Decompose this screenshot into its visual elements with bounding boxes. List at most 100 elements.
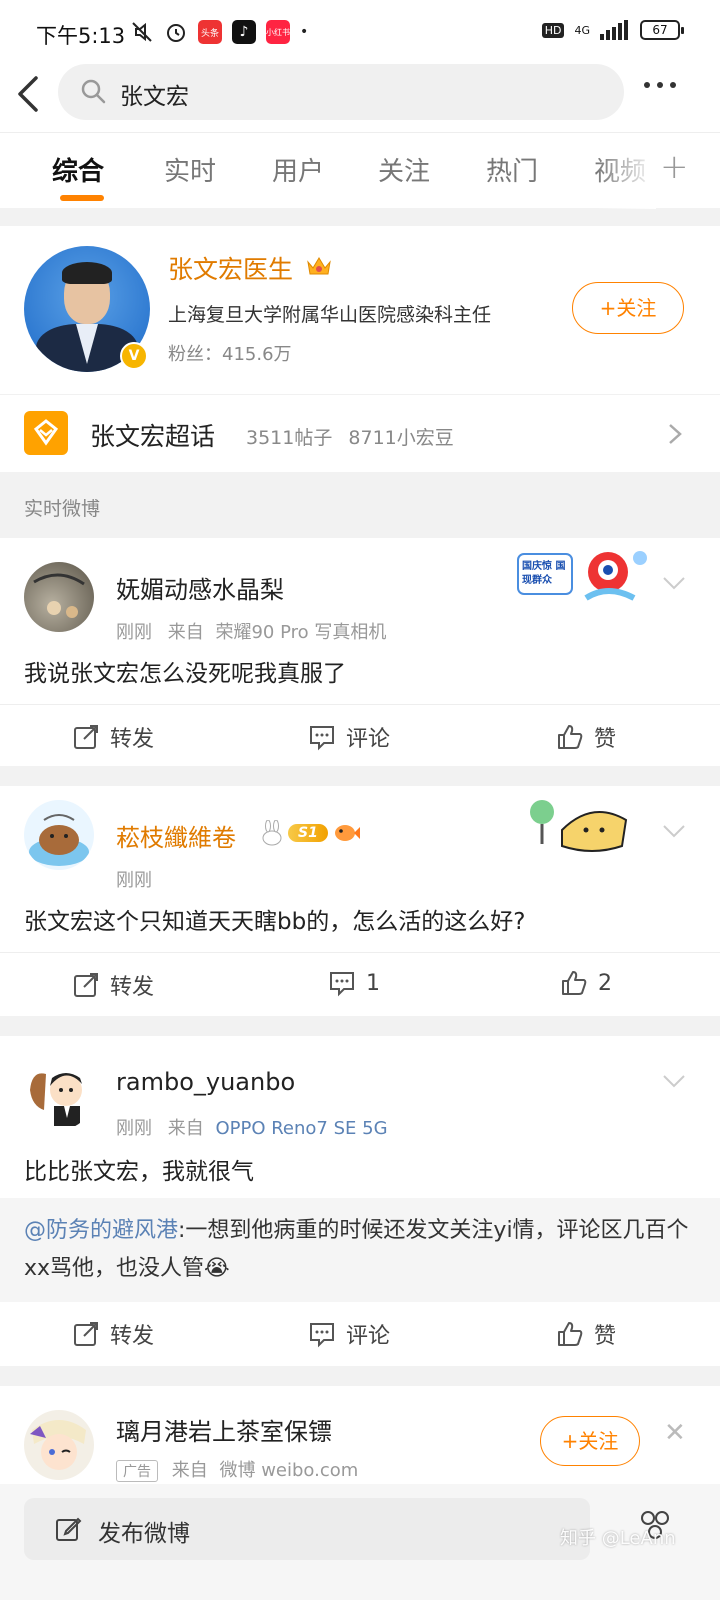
network-label: 4G [574,23,590,37]
comment-button[interactable]: 评论 [308,1318,390,1350]
comment-icon [310,726,334,751]
post-author[interactable]: 菘枝纖維卷 [116,818,236,853]
repost-icon [74,725,98,749]
comment-button[interactable]: 1 [328,969,380,997]
status-icons: 头条 ♪ 小红书 • [130,20,308,44]
post-card[interactable]: 妩媚动感水晶梨 刚刚 来自 荣耀90 Pro 写真相机 国庆惊 国现群众 我说张… [0,538,720,766]
compose-button[interactable]: 发布微博 [24,1498,590,1560]
ad-meta: 广告 来自 微博 weibo.com [116,1456,358,1482]
post-card[interactable]: 菘枝纖維卷 S1 刚刚 张文宏这个只知道天天瞎bb的，怎么活的这么好? 转发 1 [0,786,720,1016]
ad-label: 广告 [116,1460,158,1482]
tab-fade [596,133,656,209]
user-fans: 粉丝：415.6万 [168,344,292,365]
post-source: 荣耀90 Pro 写真相机 [215,622,387,643]
chevron-right-icon [669,424,682,444]
follow-button[interactable]: +关注 [572,282,684,334]
status-bar: 下午5:13 头条 ♪ 小红书 • HD 4G 67 [0,0,720,64]
tab-realtime[interactable]: 实时 [164,151,216,188]
status-time: 下午5:13 [36,24,126,48]
repost-label: 转发 [110,727,155,752]
super-topic-posts: 3511帖子 [246,427,333,449]
dot-icon [657,82,663,88]
repost-button[interactable]: 转发 [72,1318,154,1350]
avatar[interactable] [24,1410,94,1480]
post-time: 刚刚 [116,1118,152,1139]
close-icon[interactable]: ✕ [664,1418,686,1448]
action-bar: 转发 评论 赞 [0,704,720,768]
comment-label: 评论 [346,1324,391,1349]
comment-button[interactable]: 评论 [308,721,390,753]
tab-following[interactable]: 关注 [378,151,430,188]
chevron-down-icon[interactable] [662,576,686,590]
thumbs-up-icon [558,725,583,749]
super-topic-meta: 3511帖子 8711小宏豆 [246,423,454,450]
ad-author[interactable]: 璃月港岩上茶室保镖 [116,1412,332,1447]
super-topic-members: 8711小宏豆 [348,427,454,449]
post-text: 我说张文宏怎么没死呢我真服了 [24,661,346,687]
repost-button[interactable]: 转发 [72,969,154,1001]
like-button[interactable]: 赞 [556,721,616,753]
user-name[interactable]: 张文宏医生 [168,250,293,286]
repost-label: 转发 [110,975,155,1000]
repost-button[interactable]: 转发 [72,721,154,753]
avatar[interactable] [24,800,94,870]
post-source-prefix: 来自 [167,622,204,643]
active-tab-indicator [60,195,104,201]
tab-bar: 综合 实时 用户 关注 热门 视频 + [0,132,720,209]
tiktok-icon: ♪ [232,20,256,44]
like-button[interactable]: 2 [560,969,612,997]
thumbs-up-icon [562,971,587,995]
dot-icon [644,82,650,88]
search-icon [81,79,106,104]
battery-icon: 67 [640,20,684,40]
bottom-bar: 发布微博 知乎 @LeAnn [0,1484,720,1600]
super-topic-name: 张文宏超话 [90,422,216,451]
post-source-link[interactable]: OPPO Reno7 SE 5G [215,1118,387,1139]
ad-card[interactable]: 璃月港岩上茶室保镖 广告 来自 微博 weibo.com +关注 ✕ [0,1386,720,1496]
back-button[interactable] [14,74,50,114]
quote-user-link[interactable]: @防务的避风港 [24,1218,178,1243]
comment-label: 评论 [346,727,391,752]
post-author[interactable]: rambo_yuanbo [116,1068,295,1096]
chevron-down-icon[interactable] [662,824,686,838]
post-meta: 刚刚 来自 OPPO Reno7 SE 5G [116,1114,388,1140]
tab-hot[interactable]: 热门 [486,151,538,188]
more-options-button[interactable] [644,82,676,88]
avatar[interactable] [24,1060,94,1130]
tab-all[interactable]: 综合 [52,151,104,188]
comment-count: 1 [366,970,380,996]
xiaohongshu-icon: 小红书 [266,20,290,44]
dot-icon [670,82,676,88]
repost-icon [74,973,98,997]
level-badge: S1 [260,820,360,846]
search-query: 张文宏 [120,84,189,110]
avatar[interactable] [24,562,94,632]
repost-icon [74,1322,98,1346]
crown-icon [307,257,331,275]
sticker-text: 国庆惊 国现群众 [522,561,566,586]
search-header: 张文宏 [0,64,720,132]
status-right: HD 4G 67 [541,20,684,40]
like-button[interactable]: 赞 [556,1318,616,1350]
super-topic-row[interactable]: 张文宏超话 3511帖子 8711小宏豆 [0,394,720,472]
post-meta: 刚刚 [116,866,152,892]
level-badge-text: S1 [288,824,328,842]
user-card[interactable]: V 张文宏医生 上海复旦大学附属华山医院感染科主任 粉丝：415.6万 +关注 [0,226,720,394]
post-meta: 刚刚 来自 荣耀90 Pro 写真相机 [116,618,386,644]
thumbs-up-icon [558,1322,583,1346]
post-card[interactable]: rambo_yuanbo 刚刚 来自 OPPO Reno7 SE 5G 比比张文… [0,1036,720,1366]
tab-users[interactable]: 用户 [272,151,324,188]
action-bar: 转发 1 2 [0,952,720,1016]
ad-source-prefix: 来自 [171,1460,208,1481]
back-arrow-icon [18,76,38,112]
post-source-prefix: 来自 [167,1118,204,1139]
post-author[interactable]: 妩媚动感水晶梨 [116,570,284,605]
like-count: 2 [598,970,612,996]
quoted-repost[interactable]: @防务的避风港:一想到他病重的时候还发文关注yi情，评论区几百个xx骂他，也没人… [0,1198,720,1302]
comment-icon [330,972,354,997]
search-input[interactable]: 张文宏 [58,64,624,120]
chevron-down-icon[interactable] [662,1074,686,1088]
follow-button[interactable]: +关注 [540,1416,640,1466]
add-tab-button[interactable]: + [660,147,689,187]
signal-icon [600,20,628,40]
